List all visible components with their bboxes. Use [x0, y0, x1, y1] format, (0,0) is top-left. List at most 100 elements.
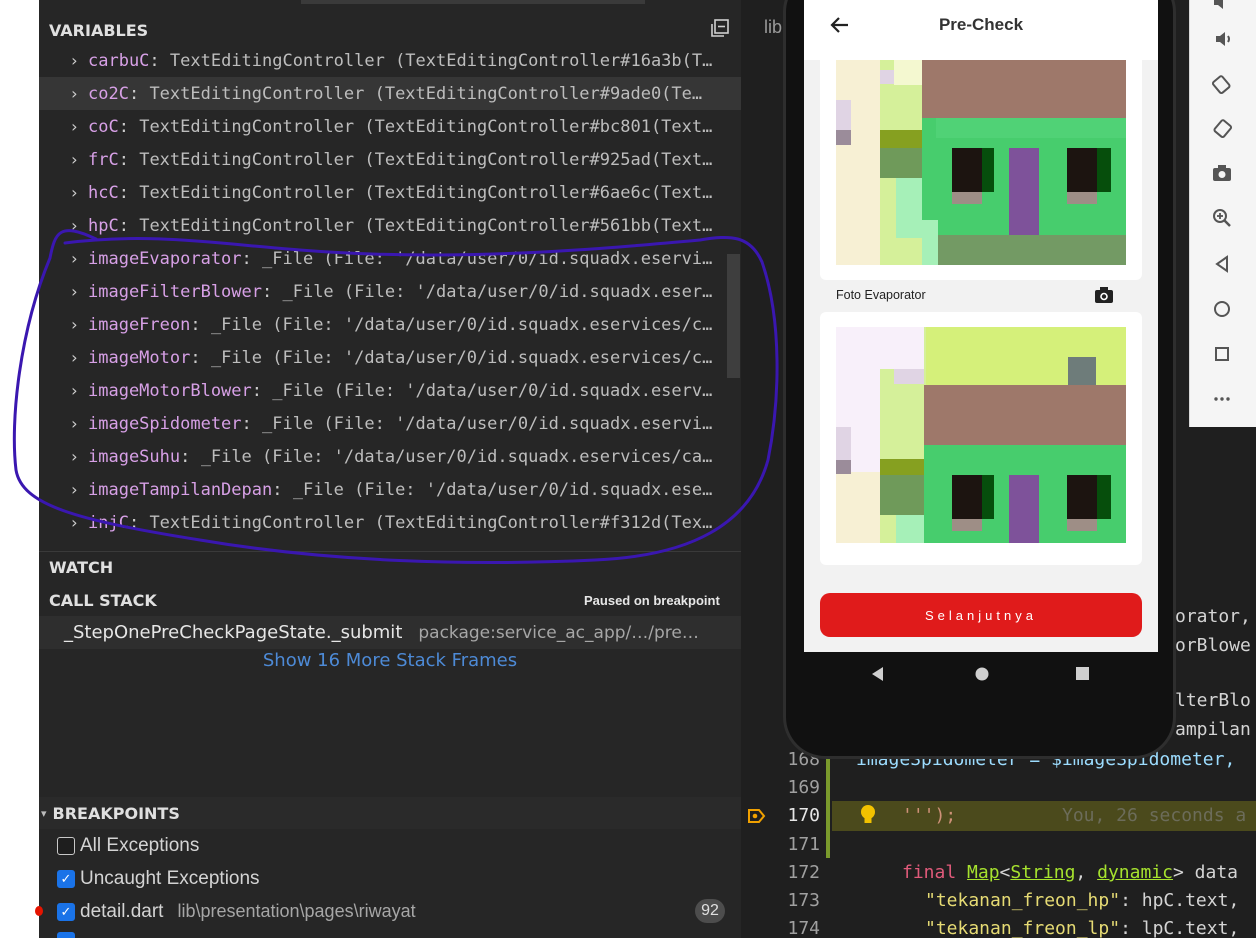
variable-separator: : — [128, 512, 150, 533]
section-title: WATCH — [49, 558, 114, 577]
breakpoint-row[interactable]: All Exceptions — [39, 829, 741, 862]
variable-row-clipped[interactable] — [39, 540, 741, 551]
nav-home-icon[interactable] — [974, 666, 990, 682]
breakpoint-row[interactable]: ✓ detail.dart lib\presentation\pages\riway… — [39, 895, 741, 928]
editor-tab-partial[interactable]: lib — [764, 17, 782, 38]
chevron-right-icon[interactable]: › — [39, 315, 88, 334]
variable-row[interactable]: › coC: TextEditingController (TextEditing… — [39, 110, 741, 143]
volume-up-icon[interactable] — [1210, 0, 1234, 14]
variable-value: _File (File: '/data/user/0/id.squadx.ese… — [262, 248, 713, 269]
variable-row[interactable]: › imageFreon: _File (File: '/data/user/0/… — [39, 308, 741, 341]
variable-name: imageSuhu — [88, 446, 181, 467]
variable-row[interactable]: › imageEvaporator: _File (File: '/data/us… — [39, 242, 741, 275]
chevron-right-icon[interactable]: › — [39, 513, 88, 532]
variables-scrollbar[interactable] — [727, 254, 740, 378]
variable-separator: : — [180, 446, 201, 467]
back-icon[interactable] — [1210, 252, 1234, 276]
variable-row[interactable]: › injC: TextEditingController (TextEditin… — [39, 506, 741, 539]
chevron-right-icon[interactable]: › — [39, 84, 88, 103]
chevron-right-icon[interactable]: › — [39, 414, 88, 433]
rotate-right-icon[interactable] — [1210, 116, 1234, 140]
variable-row[interactable]: › imageFilterBlower: _File (File: '/data/… — [39, 275, 741, 308]
stack-frame-row[interactable]: _StepOnePreCheckPageState._submit packag… — [39, 616, 741, 649]
breakpoint-paused-icon[interactable] — [747, 806, 767, 826]
variable-value: TextEditingController (TextEditingContro… — [149, 512, 713, 533]
lightbulb-icon[interactable] — [858, 803, 878, 827]
git-gutter-bar — [826, 745, 830, 858]
breakpoint-row[interactable]: ✓ Uncaught Exceptions — [39, 862, 741, 895]
code-line-173: "tekanan_freon_hp": hpC.text, — [925, 890, 1240, 911]
variable-row[interactable]: › imageMotor: _File (File: '/data/user/0/… — [39, 341, 741, 374]
paused-status: Paused on breakpoint — [584, 592, 720, 608]
variable-name: frC — [88, 149, 119, 170]
variable-value: TextEditingController (TextEditingContro… — [139, 149, 713, 170]
peek-lines-2: lterBlo ampilan — [1175, 690, 1251, 740]
variable-value: TextEditingController (TextEditingContro… — [139, 215, 713, 236]
chevron-right-icon[interactable]: › — [39, 51, 88, 70]
house-photo-1[interactable] — [836, 60, 1126, 265]
variable-name: imageMotorBlower — [88, 380, 252, 401]
variables-header[interactable]: VARIABLES — [39, 14, 741, 46]
camera-icon[interactable] — [1094, 286, 1114, 304]
variable-value: TextEditingController (TextEditingContro… — [139, 116, 713, 137]
variable-row[interactable]: › hpC: TextEditingController (TextEditing… — [39, 209, 741, 242]
variable-row[interactable]: › carbuC: TextEditingController (TextEdit… — [39, 44, 741, 77]
code-line-172: final Map<String, dynamic> data — [902, 862, 1238, 883]
volume-down-icon[interactable] — [1210, 27, 1234, 51]
next-button[interactable]: Selanjutnya — [820, 593, 1142, 637]
variable-row[interactable]: › imageTampilanDepan: _File (File: '/data… — [39, 473, 741, 506]
chevron-right-icon[interactable]: › — [39, 381, 88, 400]
variable-row[interactable]: › imageSpidometer: _File (File: '/data/us… — [39, 407, 741, 440]
variable-value: _File (File: '/data/user/0/id.squadx.ese… — [292, 479, 713, 500]
breakpoint-checkbox[interactable]: ✓ — [57, 869, 75, 888]
variable-value: _File (File: '/data/user/0/id.squadx.ese… — [282, 281, 713, 302]
chevron-right-icon[interactable]: › — [39, 117, 88, 136]
variable-name: coC — [88, 116, 119, 137]
breakpoint-line-badge: 92 — [695, 899, 725, 923]
show-more-frames-link[interactable]: Show 16 More Stack Frames — [39, 650, 741, 671]
variable-row[interactable]: › co2C: TextEditingController (TextEditin… — [39, 77, 741, 110]
top-scroll-strip[interactable] — [301, 0, 645, 4]
breakpoint-checkbox[interactable] — [57, 836, 75, 855]
variable-name: imageFreon — [88, 314, 191, 335]
variable-name: imageFilterBlower — [88, 281, 262, 302]
chevron-right-icon[interactable]: › — [39, 249, 88, 268]
chevron-right-icon[interactable]: › — [39, 282, 88, 301]
callstack-header[interactable]: CALL STACK Paused on breakpoint — [39, 584, 741, 616]
home-icon[interactable] — [1210, 297, 1234, 321]
house-photo-2[interactable] — [836, 327, 1126, 543]
variable-separator: : — [118, 149, 140, 170]
chevron-right-icon[interactable]: › — [39, 216, 88, 235]
chevron-right-icon[interactable]: › — [39, 480, 88, 499]
variable-name: imageTampilanDepan — [88, 479, 273, 500]
page-title: Pre-Check — [938, 15, 1024, 34]
variable-value: _File (File: '/data/user/0/id.squadx.ese… — [272, 380, 713, 401]
nav-back-icon[interactable] — [870, 666, 886, 682]
nav-overview-icon[interactable] — [1075, 666, 1090, 681]
chevron-right-icon[interactable]: › — [39, 447, 88, 466]
overview-icon[interactable] — [1210, 342, 1234, 366]
watch-header[interactable]: WATCH — [39, 551, 741, 583]
section-title: VARIABLES — [49, 20, 149, 40]
more-icon[interactable] — [1210, 387, 1234, 411]
breakpoint-row-clipped[interactable] — [39, 932, 741, 938]
collapse-all-icon[interactable] — [709, 17, 731, 39]
zoom-icon[interactable] — [1210, 206, 1234, 230]
variable-separator: : — [241, 248, 263, 269]
chevron-right-icon[interactable]: › — [39, 348, 88, 367]
chevron-right-icon[interactable]: › — [39, 150, 88, 169]
line-number: 174 — [787, 918, 820, 938]
variable-name: imageSpidometer — [88, 413, 242, 434]
variable-value: TextEditingController (TextEditingContro… — [149, 83, 703, 104]
variable-row[interactable]: › imageMotorBlower: _File (File: '/data/u… — [39, 374, 741, 407]
variable-value: TextEditingController (TextEditingContro… — [169, 50, 713, 71]
variable-row[interactable]: › imageSuhu: _File (File: '/data/user/0/i… — [39, 440, 741, 473]
variable-row[interactable]: › hcC: TextEditingController (TextEditing… — [39, 176, 741, 209]
camera-icon[interactable] — [1210, 161, 1234, 185]
chevron-right-icon[interactable]: › — [39, 183, 88, 202]
variable-row[interactable]: › frC: TextEditingController (TextEditing… — [39, 143, 741, 176]
breakpoints-header[interactable]: ▾ BREAKPOINTS — [39, 797, 741, 829]
breakpoint-checkbox[interactable]: ✓ — [57, 902, 75, 921]
breakpoint-label: Uncaught Exceptions — [80, 867, 260, 889]
rotate-left-icon[interactable] — [1210, 72, 1234, 96]
